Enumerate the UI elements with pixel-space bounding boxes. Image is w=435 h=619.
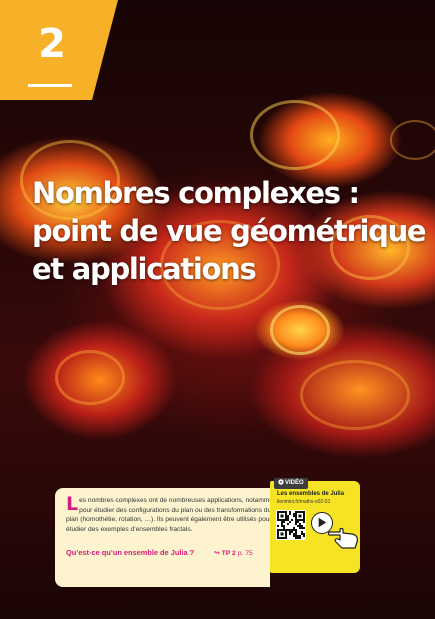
intro-dropcap: L (66, 493, 79, 515)
tp-label: TP 2 (221, 550, 236, 557)
intro-text: Les nombres complexes ont de nombreuses … (66, 493, 281, 534)
video-title: Les ensembles de Julia (277, 491, 345, 497)
qr-code[interactable] (276, 510, 306, 540)
chapter-number: 2 (38, 21, 66, 67)
qr-code-icon (277, 511, 305, 539)
title-line-1: Nombres complexes : (32, 176, 360, 210)
tp-link[interactable]: ↬ TP 2 p. 75 (214, 549, 253, 557)
video-badge-label: VIDÉO (285, 480, 304, 486)
title-line-2: point de vue géométrique (32, 214, 427, 248)
pointing-hand-icon (328, 527, 358, 549)
tp-page: p. 75 (235, 550, 253, 557)
julia-question: Qu’est-ce qu’un ensemble de Julia ? (66, 548, 195, 557)
chapter-underline (28, 84, 72, 87)
chapter-cover: 2 Nombres complexes : point de vue géomé… (0, 0, 435, 619)
play-circle-icon (278, 478, 284, 485)
tp-arrow-icon: ↬ (214, 550, 220, 557)
intro-paragraph: es nombres complexes ont de nombreuses a… (66, 497, 279, 533)
video-badge: VIDÉO (274, 478, 308, 489)
title-line-3: et applications (32, 252, 257, 286)
video-url[interactable]: lienmini.fr/maths-s02-01 (277, 499, 330, 505)
chapter-title: Nombres complexes : point de vue géométr… (32, 174, 427, 288)
